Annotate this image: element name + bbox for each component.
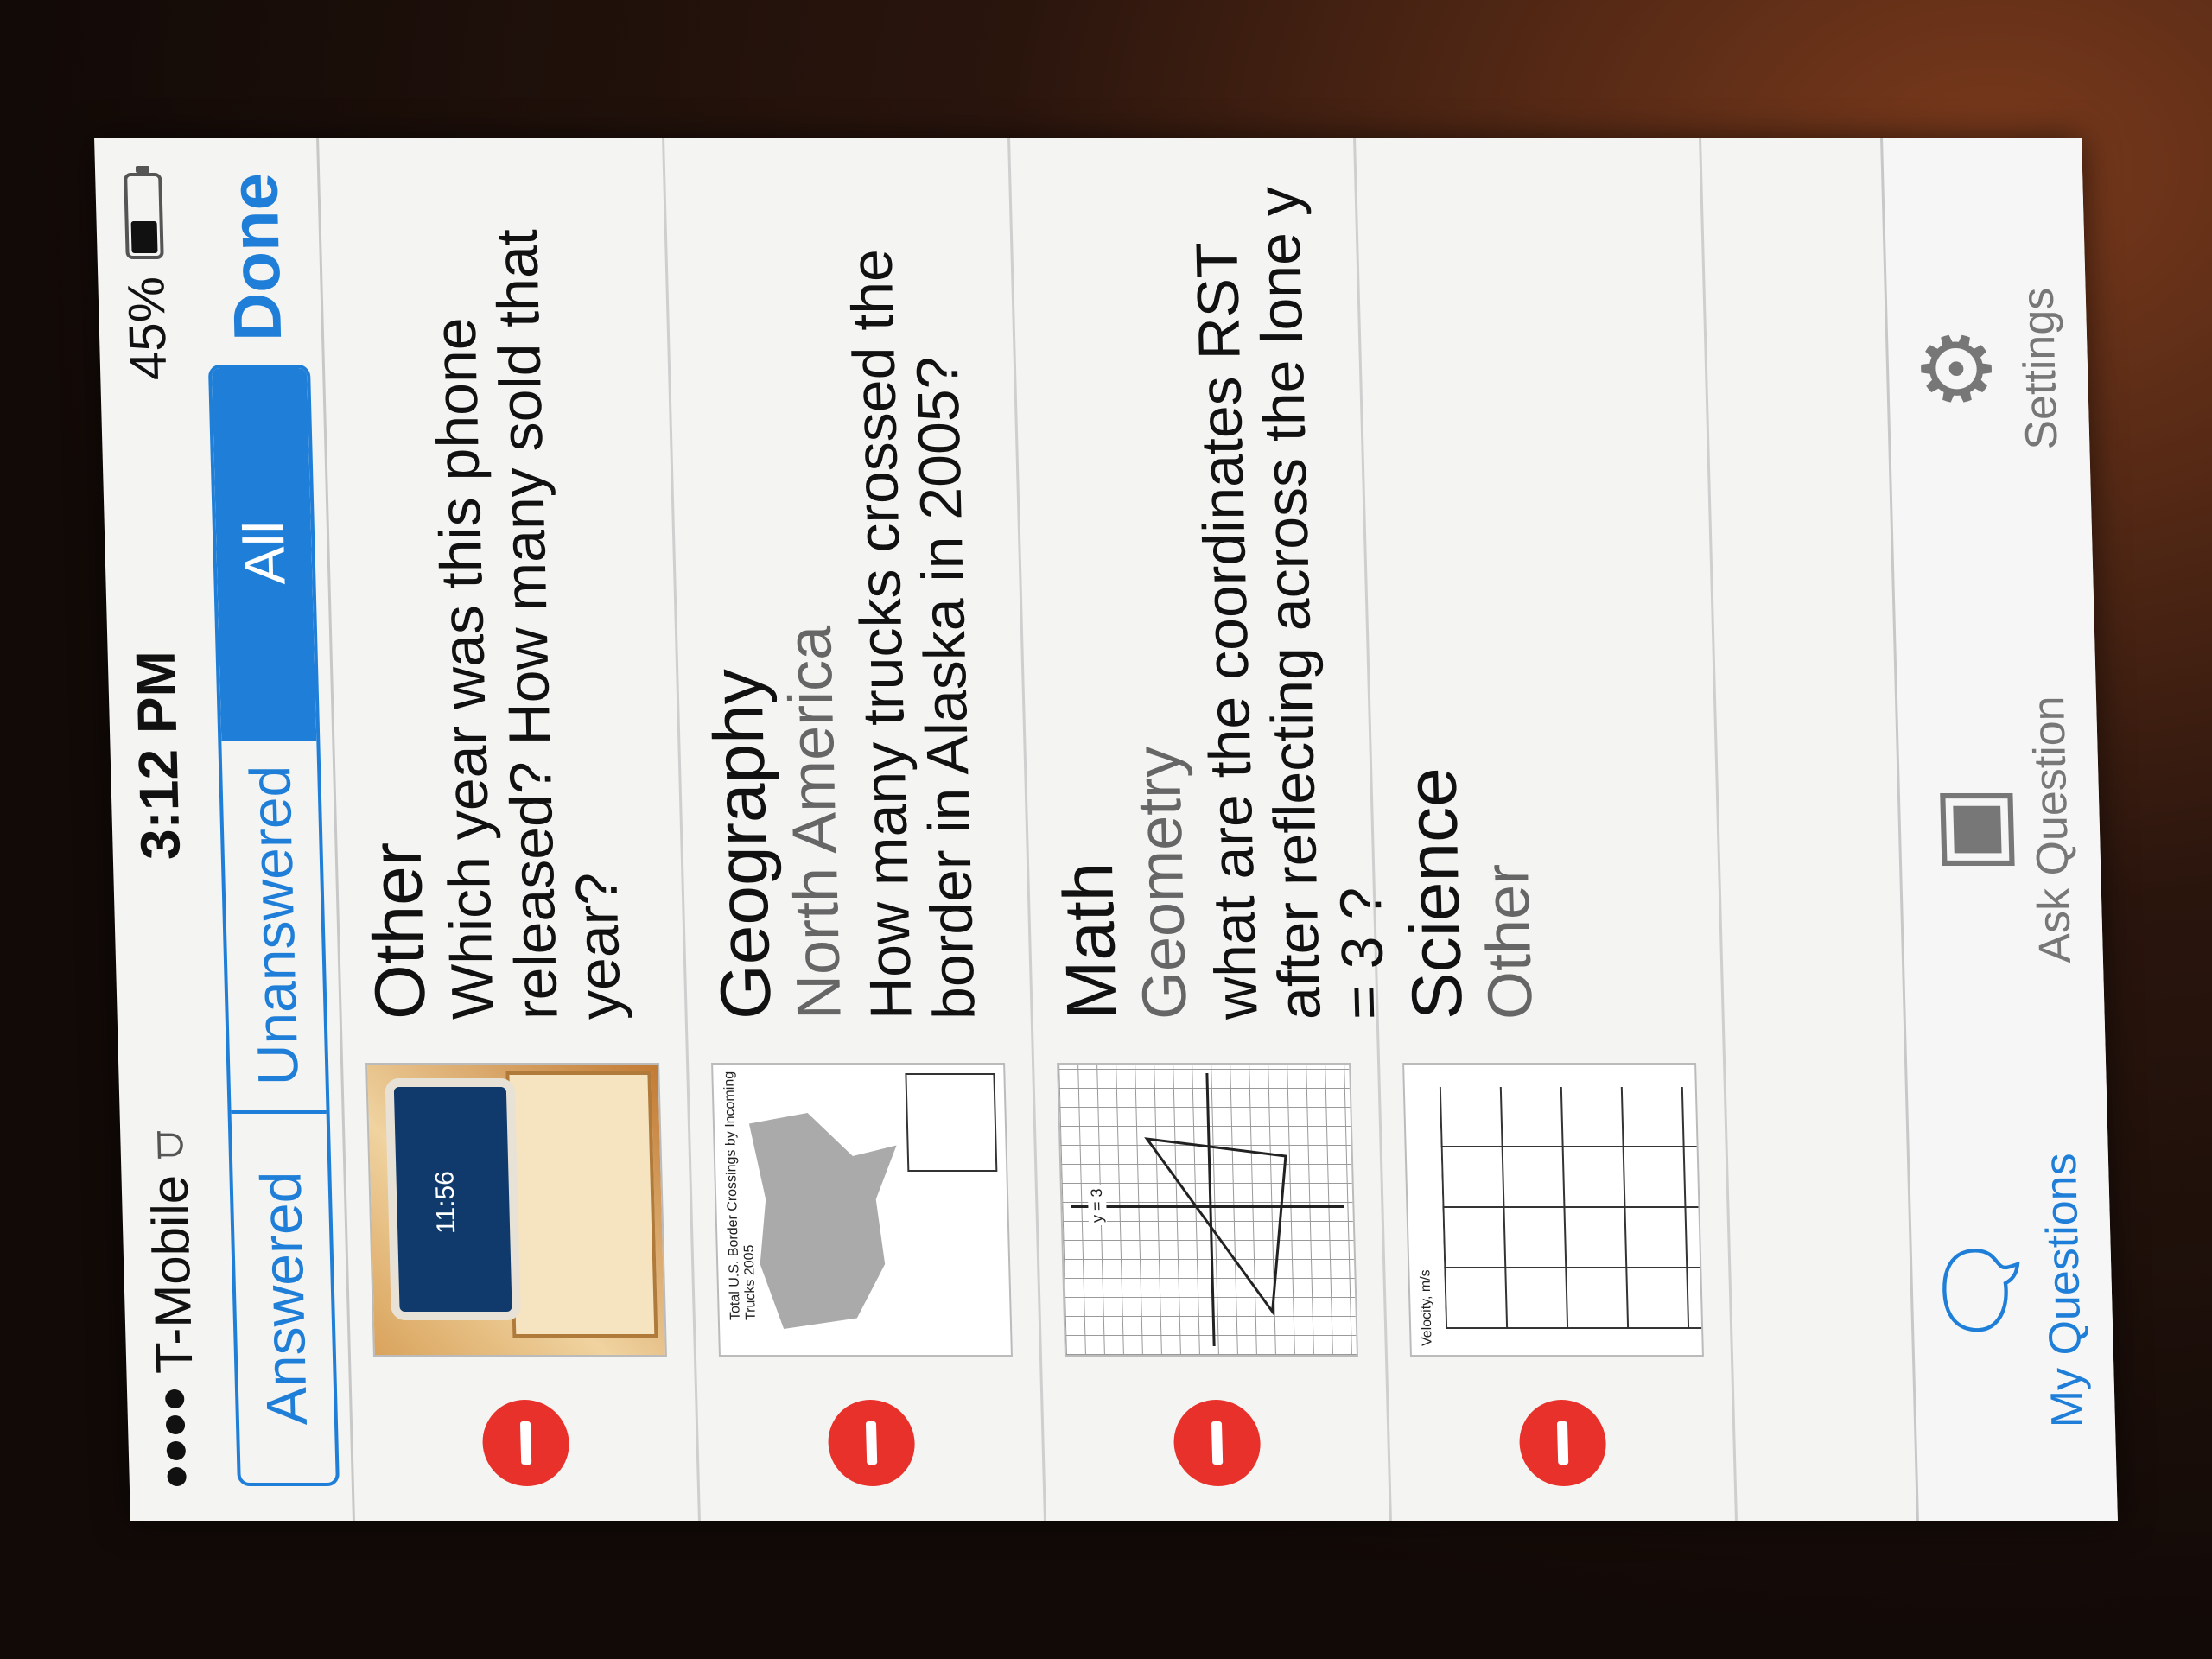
- question-text-block: Geography North America How many trucks …: [688, 156, 988, 1020]
- tab-label: Settings: [2012, 287, 2068, 450]
- question-thumbnail: 11:56: [365, 1063, 667, 1357]
- thumbnail-box: [505, 1071, 658, 1338]
- wifi-icon: ⩌: [142, 1130, 194, 1160]
- segment-all[interactable]: All: [211, 368, 316, 738]
- question-thumbnail: Velocity, m/s: [1402, 1063, 1704, 1357]
- thumbnail-phone-time: 11:56: [430, 1171, 461, 1234]
- signal-dots-icon: [164, 1389, 187, 1486]
- tab-ask-question[interactable]: ▣ Ask Question: [1916, 613, 2083, 1046]
- gear-icon: ⚙: [1903, 326, 2012, 411]
- delete-icon[interactable]: [481, 1400, 570, 1486]
- thumbnail-velocity-label: Velocity, m/s: [1418, 1269, 1435, 1346]
- question-row[interactable]: Total U.S. Border Crossings by Incoming …: [664, 138, 1046, 1521]
- battery-icon: [124, 173, 164, 260]
- phone-screen: T-Mobile ⩌ 3:12 PM 45% Answered Unanswer…: [94, 138, 2118, 1521]
- thumbnail-triangle: [1144, 1137, 1287, 1316]
- filter-segmented-control: Answered Unanswered All: [207, 365, 340, 1486]
- thumbnail-map-legend: [905, 1073, 998, 1172]
- question-text: Which year was this phone released? How …: [422, 229, 633, 1020]
- question-row[interactable]: 11:56 Other Which year was this phone re…: [319, 138, 701, 1521]
- tab-label: My Questions: [2035, 1153, 2094, 1428]
- thumbnail-map-shape: [749, 1113, 902, 1329]
- delete-icon[interactable]: [1173, 1400, 1262, 1486]
- question-text-block: Math Geometry what are the coordinates R…: [1033, 156, 1396, 1020]
- chat-bubbles-icon: 🗨: [1927, 1230, 2037, 1351]
- delete-icon[interactable]: [827, 1400, 916, 1486]
- question-row[interactable]: y = 3 Math Geometry what are the coordin…: [1010, 138, 1396, 1521]
- question-text-block: Science Other: [1379, 156, 1552, 1020]
- camera-icon: ▣: [1915, 785, 2024, 874]
- thumbnail-map-title: Total U.S. Border Crossings by Incoming …: [721, 1071, 759, 1320]
- tab-settings[interactable]: ⚙ Settings: [1904, 153, 2071, 585]
- question-text: How many trucks crossed the border in Al…: [838, 249, 988, 1020]
- carrier-label: T-Mobile: [139, 1174, 203, 1374]
- segment-unanswered[interactable]: Unanswered: [220, 737, 327, 1110]
- question-row[interactable]: Velocity, m/s Science Other: [1356, 138, 1738, 1521]
- status-left: T-Mobile ⩌: [138, 1130, 207, 1486]
- tab-bar: 🗨 My Questions ▣ Ask Question ⚙ Settings: [1880, 138, 2118, 1521]
- question-list: 11:56 Other Which year was this phone re…: [319, 138, 1738, 1521]
- done-button[interactable]: Done: [214, 173, 297, 341]
- status-time: 3:12 PM: [124, 651, 192, 861]
- thumbnail-velocity-grid: [1439, 1087, 1704, 1329]
- tab-my-questions[interactable]: 🗨 My Questions: [1927, 1074, 2095, 1506]
- delete-icon[interactable]: [1518, 1400, 1607, 1486]
- question-thumbnail: y = 3: [1057, 1063, 1358, 1357]
- status-right: 45%: [113, 173, 178, 380]
- segment-answered[interactable]: Answered: [231, 1109, 336, 1483]
- thumbnail-phone: 11:56: [385, 1078, 521, 1320]
- battery-percent: 45%: [116, 276, 177, 381]
- question-thumbnail: Total U.S. Border Crossings by Incoming …: [711, 1063, 1013, 1357]
- thumbnail-line-label: y = 3: [1087, 1185, 1107, 1225]
- tab-label: Ask Question: [2023, 696, 2082, 963]
- question-text-block: Other Which year was this phone released…: [342, 156, 633, 1020]
